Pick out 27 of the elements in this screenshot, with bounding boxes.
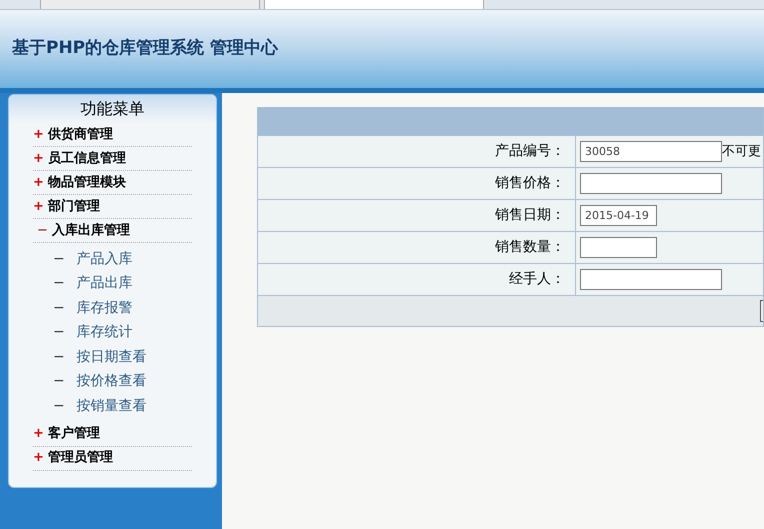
submenu-item[interactable]: − 产品入库: [9, 247, 216, 272]
menu-title: 功能菜单: [9, 95, 216, 123]
submenu-item[interactable]: − 按销量查看: [9, 394, 216, 418]
field-label: 经手人：: [509, 270, 565, 289]
menu-group-item[interactable]: + 员工信息管理: [33, 148, 126, 168]
menu-group-item[interactable]: + 部门管理: [33, 196, 100, 216]
submenu-item[interactable]: − 库存统计: [9, 320, 216, 345]
submenu-item[interactable]: − 按价格查看: [9, 370, 216, 394]
submenu-item[interactable]: − 按日期查看: [9, 345, 216, 370]
field-note: 不可更: [722, 142, 761, 161]
menu-group-item[interactable]: + 供货商管理: [33, 124, 113, 144]
input-field[interactable]: [580, 173, 722, 194]
input-field[interactable]: [580, 269, 722, 290]
page-title: 基于PHP的仓库管理系统 管理中心: [12, 37, 278, 60]
field-label: 销售价格：: [495, 174, 565, 193]
field-label: 销售日期：: [495, 206, 565, 225]
input-field[interactable]: 30058: [580, 141, 722, 162]
submenu-item[interactable]: − 产品出库: [9, 272, 216, 296]
field-label: 产品编号：: [495, 142, 565, 161]
input-field[interactable]: [580, 237, 657, 258]
menu-group-item[interactable]: − 入库出库管理: [33, 220, 130, 240]
submenu-item[interactable]: − 库存报警: [9, 296, 216, 320]
field-label: 销售数量：: [495, 238, 565, 257]
menu-group-item[interactable]: + 客户管理: [33, 424, 100, 444]
menu-group-item[interactable]: + 物品管理模块: [33, 172, 126, 192]
input-field[interactable]: 2015-04-19: [580, 205, 657, 226]
menu-group-item[interactable]: + 管理员管理: [33, 448, 113, 468]
